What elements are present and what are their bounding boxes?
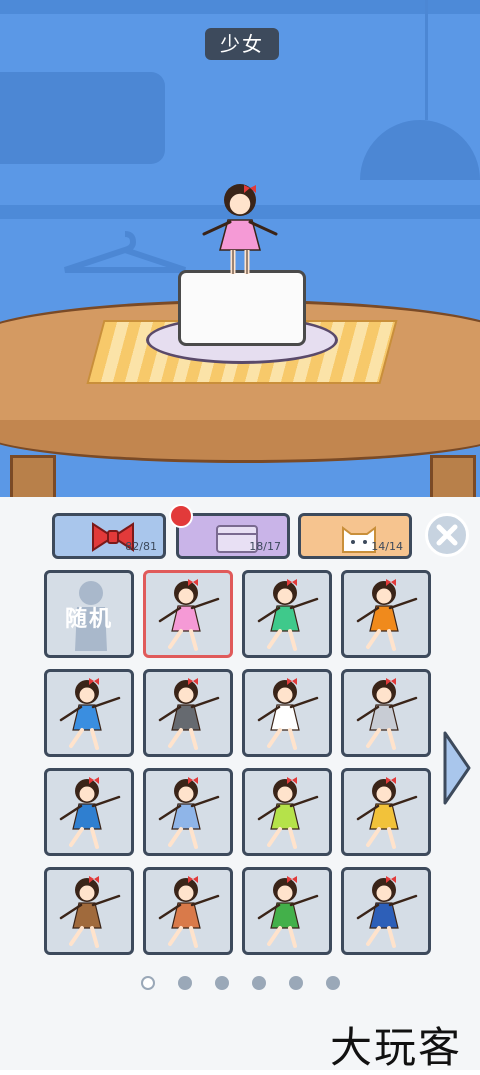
tab-count: 14/14 (371, 540, 403, 553)
air-conditioner (0, 72, 165, 164)
outfit-cell[interactable] (143, 570, 233, 658)
outfit-figure-icon (257, 579, 319, 651)
outfit-figure-icon (59, 678, 121, 750)
notification-dot (169, 504, 193, 528)
outfit-cell[interactable] (44, 669, 134, 757)
tab-count: 18/17 (249, 540, 281, 553)
page-dot[interactable] (289, 976, 303, 990)
page-dot[interactable] (215, 976, 229, 990)
character-title: 少女 (205, 28, 279, 60)
page-dot[interactable] (141, 976, 155, 990)
table-leg (10, 455, 56, 500)
outfit-cell[interactable] (143, 768, 233, 856)
outfit-cell[interactable] (143, 669, 233, 757)
outfit-figure-icon (59, 876, 121, 948)
outfit-figure-icon (257, 777, 319, 849)
random-outfit-cell[interactable]: 随机 (44, 570, 134, 658)
table-leg (430, 455, 476, 500)
page-dot[interactable] (178, 976, 192, 990)
game-scene: 少女 (0, 0, 480, 500)
outfit-cell[interactable] (242, 570, 332, 658)
page-dot[interactable] (326, 976, 340, 990)
outfit-figure-icon (257, 678, 319, 750)
outfit-cell[interactable] (341, 867, 431, 955)
table-edge (0, 420, 480, 463)
outfit-figure-icon (356, 678, 418, 750)
watermark: 大玩客 (330, 1023, 463, 1072)
next-page-arrow-icon[interactable] (442, 730, 472, 806)
tab-count: 82/81 (125, 540, 157, 553)
outfit-figure-icon (59, 777, 121, 849)
girl-character[interactable] (200, 182, 280, 282)
outfit-cell[interactable] (341, 669, 431, 757)
hanger-icon (64, 231, 186, 273)
tab-cat[interactable]: 14/14 (298, 513, 412, 559)
page-dot[interactable] (252, 976, 266, 990)
outfit-figure-icon (356, 876, 418, 948)
outfit-cell[interactable] (242, 669, 332, 757)
outfit-cell[interactable] (242, 768, 332, 856)
close-button[interactable] (425, 513, 469, 557)
outfit-figure-icon (356, 777, 418, 849)
outfit-cell[interactable] (341, 768, 431, 856)
outfit-figure-icon (257, 876, 319, 948)
outfit-cell[interactable] (44, 768, 134, 856)
lamp-cord (425, 0, 428, 120)
outfit-figure-icon (158, 777, 220, 849)
outfit-cell[interactable] (341, 570, 431, 658)
outfit-figure-icon (158, 876, 220, 948)
outfit-cell[interactable] (44, 867, 134, 955)
ceiling-lamp (360, 120, 480, 180)
outfit-figure-icon (356, 579, 418, 651)
tab-box[interactable]: 18/17 (176, 513, 290, 559)
tab-bow[interactable]: 82/81 (52, 513, 166, 559)
outfit-figure-icon (158, 579, 220, 651)
random-label: 随机 (64, 607, 113, 632)
outfit-cell[interactable] (242, 867, 332, 955)
close-icon (436, 524, 458, 546)
outfit-cell[interactable] (143, 867, 233, 955)
outfit-figure-icon (158, 678, 220, 750)
window-frame (0, 0, 480, 14)
